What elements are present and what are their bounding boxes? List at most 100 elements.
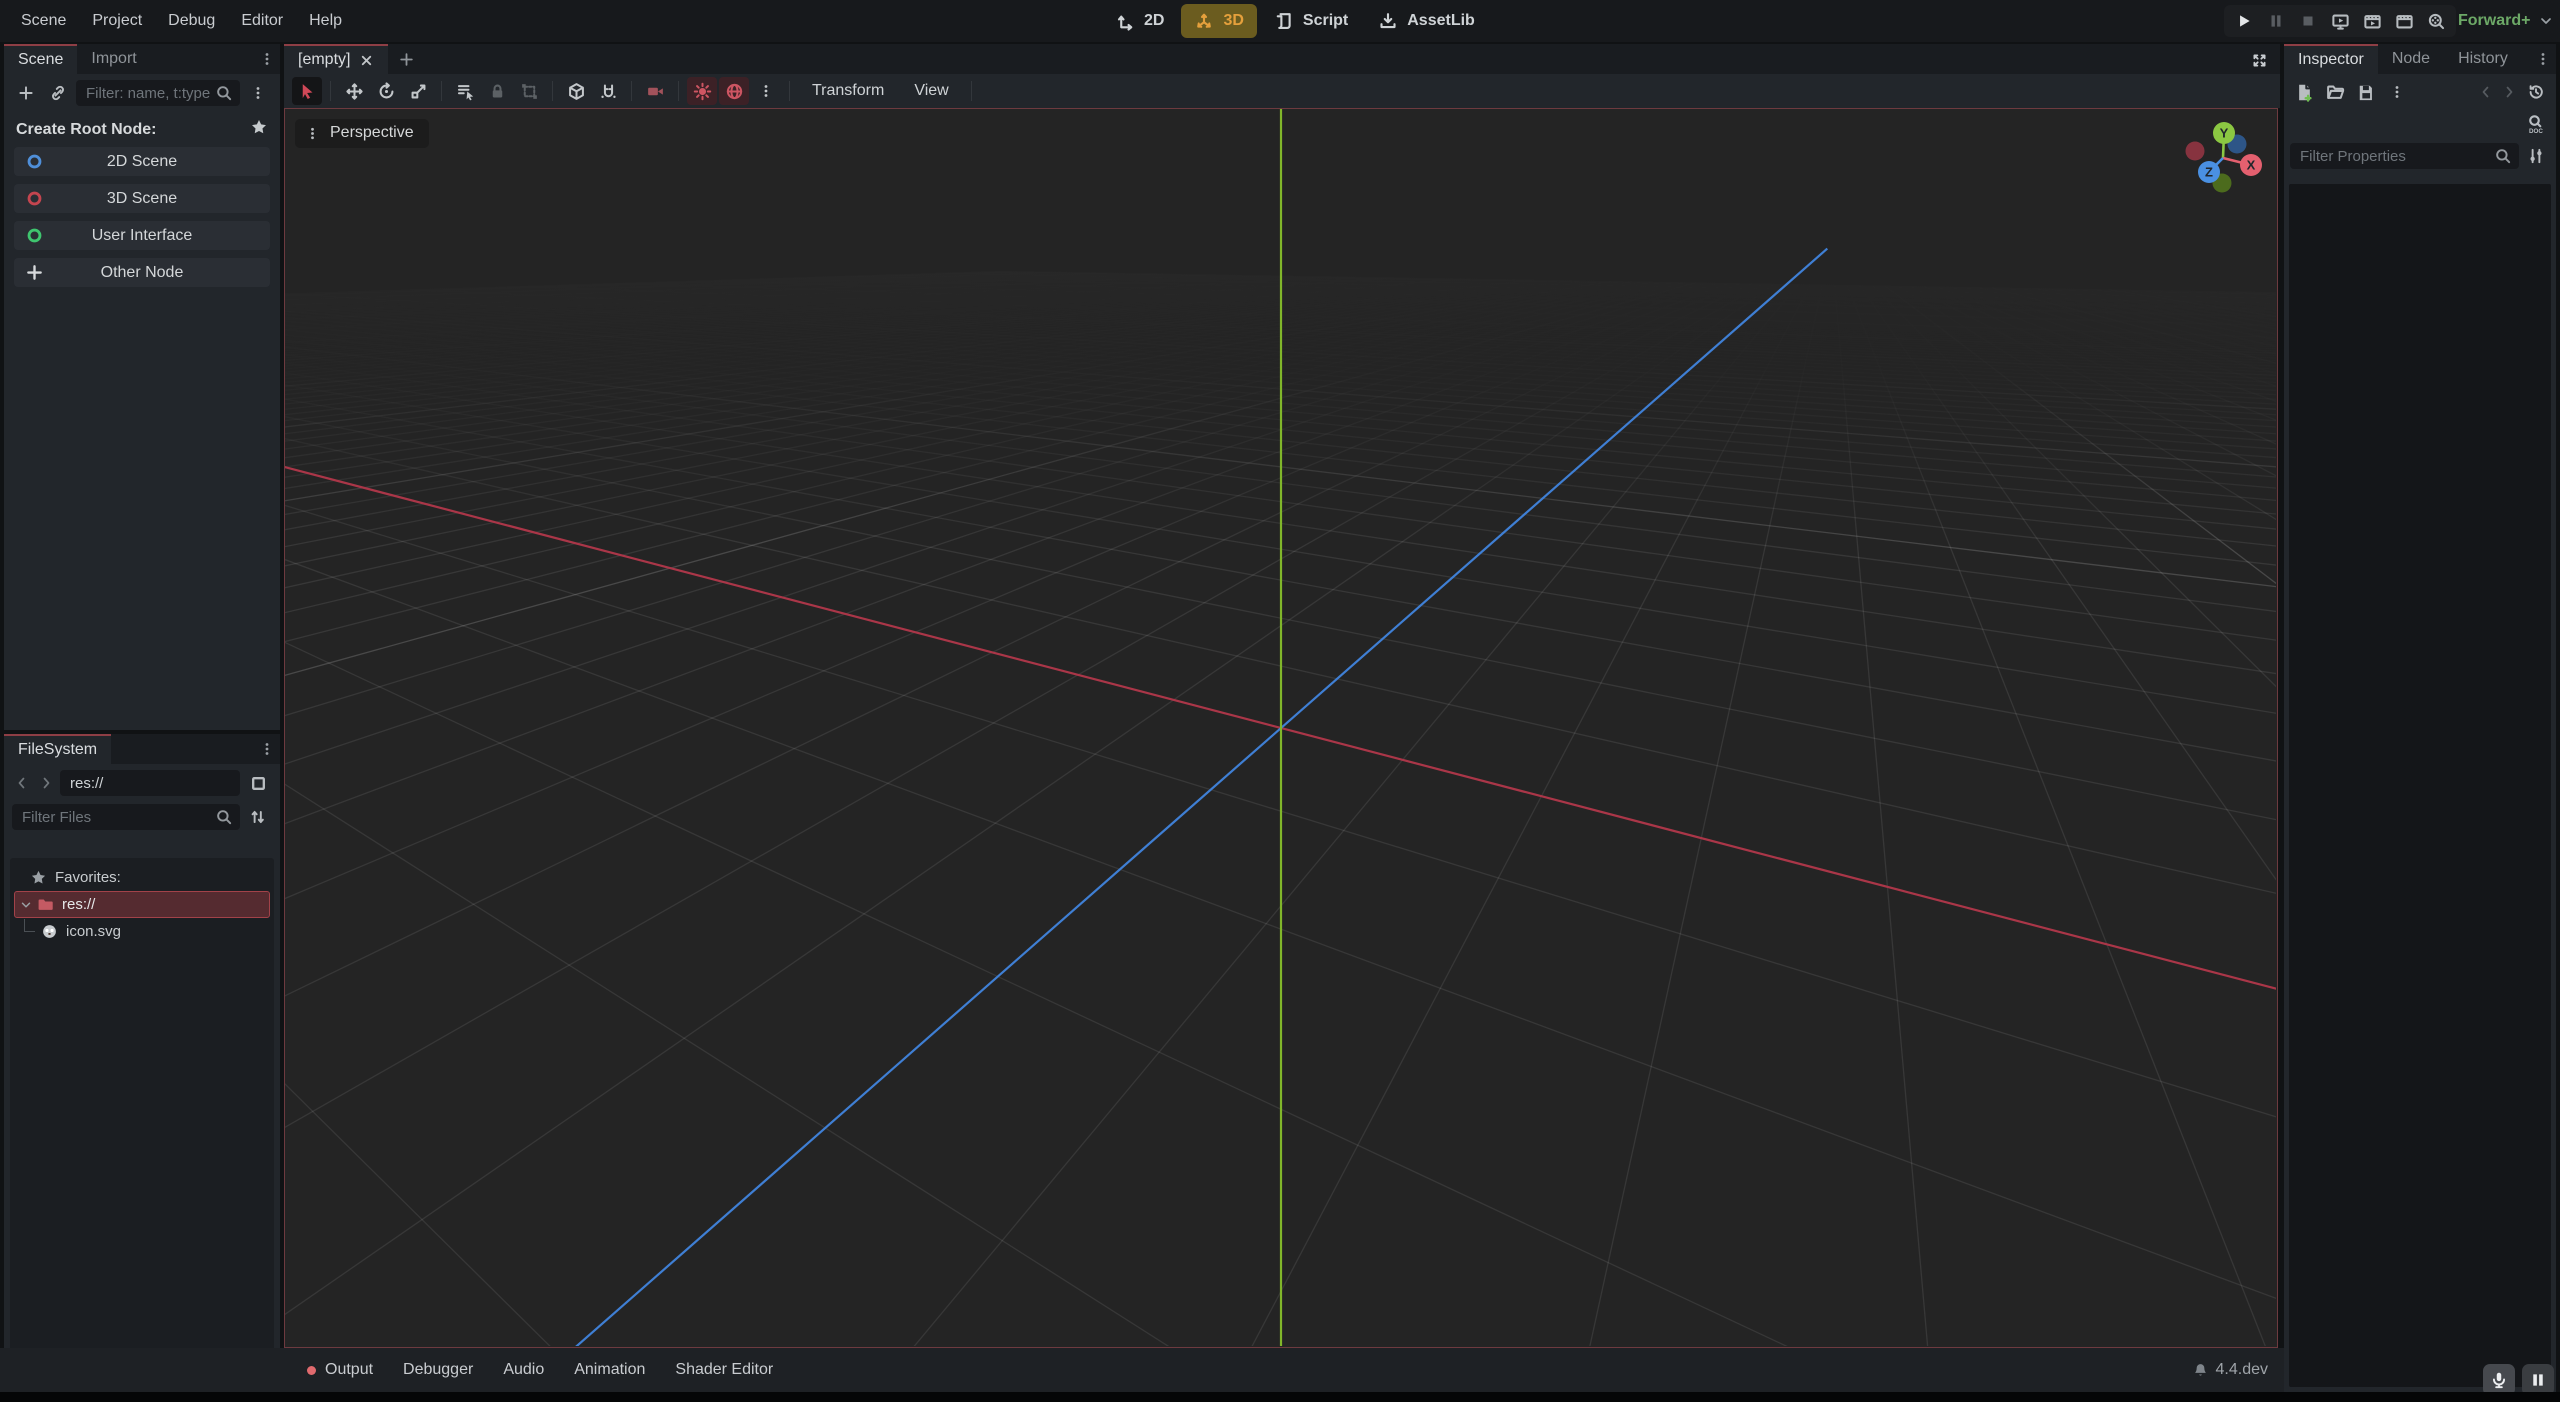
folder-icon xyxy=(37,896,54,913)
history-button[interactable] xyxy=(2522,79,2550,105)
resource-extra-menu-button[interactable] xyxy=(2383,79,2411,105)
filesystem-tree: Favorites: res:// icon.svg xyxy=(10,858,274,1350)
move-tool-button[interactable] xyxy=(339,77,369,105)
save-resource-button[interactable] xyxy=(2352,79,2380,105)
menu-editor[interactable]: Editor xyxy=(228,7,296,35)
load-resource-button[interactable] xyxy=(2321,79,2349,105)
mode-script-button[interactable]: Script xyxy=(1261,4,1361,38)
preview-sun-button[interactable] xyxy=(687,77,717,105)
bottom-tab-output[interactable]: Output xyxy=(292,1348,388,1392)
tab-inspector-label: Inspector xyxy=(2298,51,2364,69)
tab-inspector[interactable]: Inspector xyxy=(2284,44,2378,74)
distraction-free-button[interactable] xyxy=(2246,48,2272,72)
create-3d-scene-button[interactable]: 3D Scene xyxy=(14,184,270,213)
stop-button[interactable] xyxy=(2293,7,2323,35)
property-tools-button[interactable] xyxy=(2522,143,2550,169)
preview-environment-button[interactable] xyxy=(719,77,749,105)
local-space-button[interactable] xyxy=(561,77,591,105)
transform-menu[interactable]: Transform xyxy=(798,77,898,105)
inspector-dock: Inspector Node History DOC xyxy=(2284,44,2556,1392)
view-axes-gizmo[interactable]: Y X Z xyxy=(2171,106,2275,210)
preview-menu-button[interactable] xyxy=(751,77,781,105)
scene-tab-empty[interactable]: [empty] xyxy=(284,44,388,74)
scene-dock-menu-button[interactable] xyxy=(254,44,280,74)
toolbar-separator xyxy=(789,81,790,101)
sliders-icon xyxy=(2527,147,2545,165)
nav-back-button[interactable] xyxy=(12,770,32,796)
svg-text:DOC: DOC xyxy=(2529,128,2543,134)
bottom-tab-debugger[interactable]: Debugger xyxy=(388,1348,488,1392)
property-filter-input[interactable] xyxy=(2290,143,2519,169)
menu-debug[interactable]: Debug xyxy=(155,7,228,35)
lock-button[interactable] xyxy=(482,77,512,105)
gizmo-z-label: Z xyxy=(2205,165,2213,180)
bottom-tab-shader-editor[interactable]: Shader Editor xyxy=(660,1348,788,1392)
version-info[interactable]: 4.4.dev xyxy=(2192,1361,2284,1379)
toggle-split-mode-button[interactable] xyxy=(244,770,272,796)
view-menu[interactable]: View xyxy=(900,77,962,105)
bottom-tab-audio[interactable]: Audio xyxy=(488,1348,559,1392)
play-scene-button[interactable] xyxy=(2357,7,2387,35)
snap-button[interactable] xyxy=(593,77,623,105)
play-remote-button[interactable] xyxy=(2325,7,2355,35)
tab-history[interactable]: History xyxy=(2444,44,2522,74)
pause-button[interactable] xyxy=(2261,7,2291,35)
control-node-icon xyxy=(25,226,44,245)
filesystem-menu-button[interactable] xyxy=(254,734,280,764)
tab-import[interactable]: Import xyxy=(77,44,150,74)
create-ui-scene-button[interactable]: User Interface xyxy=(14,221,270,250)
new-resource-button[interactable] xyxy=(2290,79,2318,105)
current-path-field[interactable] xyxy=(60,770,240,796)
gizmo-neg-x-ball[interactable] xyxy=(2186,142,2205,161)
play-custom-scene-button[interactable] xyxy=(2389,7,2419,35)
list-select-button[interactable] xyxy=(450,77,480,105)
favorites-item[interactable]: Favorites: xyxy=(10,864,274,891)
expander-down-icon[interactable] xyxy=(19,898,33,912)
camera-preview-button[interactable] xyxy=(640,77,670,105)
select-tool-button[interactable] xyxy=(292,77,322,105)
menu-scene[interactable]: Scene xyxy=(8,7,79,35)
edit-prev-object-button[interactable] xyxy=(2476,79,2496,105)
group-button[interactable] xyxy=(514,77,544,105)
tab-history-label: History xyxy=(2458,50,2508,68)
inspector-dock-menu-button[interactable] xyxy=(2530,44,2556,74)
tree-item-file[interactable]: icon.svg xyxy=(10,918,274,945)
scale-tool-button[interactable] xyxy=(403,77,433,105)
viewport-canvas[interactable] xyxy=(285,109,2276,1346)
close-icon[interactable] xyxy=(359,53,374,68)
scene-filter-menu-button[interactable] xyxy=(244,80,272,106)
rotate-tool-button[interactable] xyxy=(371,77,401,105)
bottom-tab-animation[interactable]: Animation xyxy=(559,1348,660,1392)
edit-next-object-button[interactable] xyxy=(2499,79,2519,105)
renderer-selector[interactable]: Forward+ xyxy=(2458,5,2554,37)
history-clock-icon xyxy=(2527,83,2545,101)
view-selector[interactable]: Perspective xyxy=(295,119,429,148)
add-node-button[interactable] xyxy=(12,80,40,106)
create-other-node-button[interactable]: Other Node xyxy=(14,258,270,287)
create-2d-scene-button[interactable]: 2D Scene xyxy=(14,147,270,176)
tab-filesystem[interactable]: FileSystem xyxy=(4,734,111,764)
godot-editor-window: Scene Project Debug Editor Help 2D 3D Sc… xyxy=(0,0,2560,1402)
mode-2d-button[interactable]: 2D xyxy=(1102,4,1177,38)
instantiate-scene-button[interactable] xyxy=(44,80,72,106)
new-scene-tab-button[interactable] xyxy=(388,44,425,74)
menu-help[interactable]: Help xyxy=(296,7,355,35)
play-button[interactable] xyxy=(2229,7,2259,35)
movie-maker-button[interactable] xyxy=(2421,7,2451,35)
tab-node[interactable]: Node xyxy=(2378,44,2444,74)
mode-assetlib-button[interactable]: AssetLib xyxy=(1365,4,1488,38)
toolbar-separator xyxy=(330,81,331,101)
file-filter-input[interactable] xyxy=(12,804,240,830)
tree-item-root[interactable]: res:// xyxy=(14,891,270,918)
search-help-button[interactable]: DOC xyxy=(2522,111,2550,137)
file-sort-button[interactable] xyxy=(244,804,272,830)
output-notification-dot xyxy=(307,1366,316,1375)
inspector-doc-row: DOC xyxy=(2284,106,2556,138)
favorites-star-icon[interactable] xyxy=(250,118,268,141)
sun-icon xyxy=(693,82,712,101)
nav-forward-button[interactable] xyxy=(36,770,56,796)
tab-scene[interactable]: Scene xyxy=(4,44,77,74)
mode-3d-button[interactable]: 3D xyxy=(1181,4,1256,38)
menu-project[interactable]: Project xyxy=(79,7,155,35)
select-arrow-icon xyxy=(298,82,317,101)
